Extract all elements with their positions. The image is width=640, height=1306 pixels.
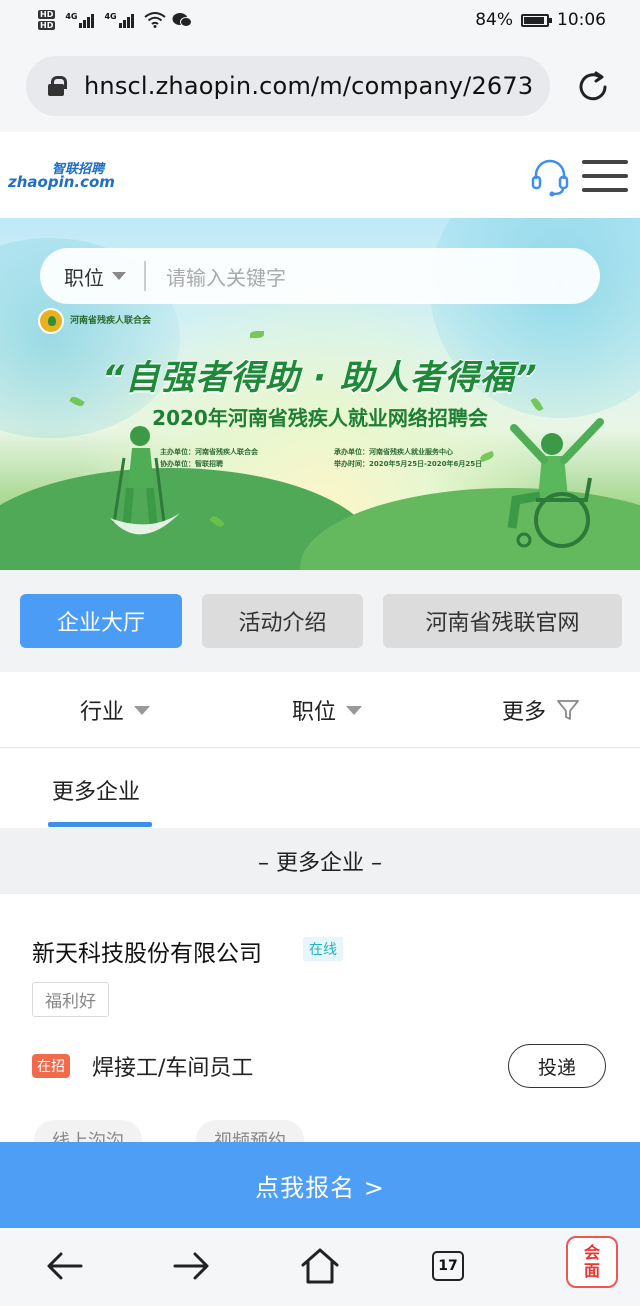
chevron-down-icon — [112, 272, 126, 280]
watermark-stamp: 会 面 — [566, 1236, 618, 1288]
arrow-left-icon — [47, 1252, 83, 1280]
filter-position-label: 职位 — [292, 700, 337, 725]
meta-dates: 举办时间：2020年5月25日-2020年6月25日 — [334, 460, 483, 468]
filter-more-label: 更多 — [502, 700, 547, 725]
apply-button[interactable]: 投递 — [508, 1044, 606, 1088]
chevron-down-icon — [346, 705, 363, 715]
arrow-right-icon — [173, 1252, 209, 1280]
filter-industry[interactable]: 行业 — [80, 672, 151, 748]
filter-industry-label: 行业 — [80, 700, 125, 725]
lock-icon — [48, 76, 67, 96]
wechat-icon — [172, 13, 192, 27]
meta-organizer: 承办单位：河南省残疾人就业服务中心 — [334, 448, 453, 456]
hiring-badge: 在招 — [32, 1054, 70, 1078]
hd-label: HD — [38, 21, 56, 30]
funnel-icon — [557, 700, 579, 720]
wifi-icon — [144, 12, 166, 28]
search-input[interactable]: 请输入关键字 — [166, 262, 286, 291]
tab-more-companies[interactable]: 更多企业 — [52, 774, 140, 806]
company-name[interactable]: 新天科技股份有限公司 — [32, 934, 262, 968]
network-label: 4G — [104, 12, 117, 21]
job-search-bar: 职位 请输入关键字 — [40, 248, 600, 304]
tab-enterprise-hall[interactable]: 企业大厅 — [20, 594, 182, 648]
section-tabs: 企业大厅 活动介绍 河南省残联官网 — [0, 570, 640, 672]
welfare-tag: 福利好 — [32, 982, 109, 1017]
browser-toolbar: hnscl.zhaopin.com/m/company/2673 — [0, 40, 640, 132]
hd-indicator: HD HD — [38, 10, 56, 30]
signal-icon: 4G — [104, 12, 134, 28]
reload-icon[interactable] — [576, 70, 610, 104]
federation-emblem-icon — [38, 308, 64, 334]
url-text: hnscl.zhaopin.com/m/company/2673 — [84, 72, 534, 100]
crutch-person-illustration — [110, 426, 180, 535]
signup-button[interactable]: 点我报名 > — [0, 1142, 640, 1228]
section-header: – 更多企业 – — [0, 828, 640, 894]
company-card[interactable]: 新天科技股份有限公司 在线 福利好 在招 焊接工/车间员工 投递 线上沟沟 视频… — [0, 894, 640, 1160]
organizer-badge: 河南省残疾人联合会 — [38, 308, 151, 334]
filter-position[interactable]: 职位 — [292, 672, 363, 748]
clock: 10:06 — [557, 10, 606, 30]
active-tab-indicator — [48, 822, 152, 827]
back-button[interactable] — [42, 1244, 86, 1288]
battery-icon — [521, 13, 552, 27]
stamp-char: 面 — [583, 1261, 600, 1280]
site-header: 智联招聘 zhaopin.com — [0, 132, 640, 218]
tab-disabled-federation-site[interactable]: 河南省残联官网 — [383, 594, 622, 648]
zhaopin-logo[interactable]: 智联招聘 zhaopin.com — [8, 158, 118, 200]
search-type-select[interactable]: 职位 — [64, 262, 126, 291]
wheelchair-person-illustration — [507, 418, 604, 548]
banner-meta: 主办单位：河南省残疾人联合会 承办单位：河南省残疾人就业服务中心 协办单位：智联… — [160, 446, 500, 470]
stamp-char: 会 — [583, 1243, 600, 1262]
event-banner: 职位 请输入关键字 河南省残疾人联合会 “自强者得助 · 助人者得福” 2020… — [0, 218, 640, 570]
company-list-tabbar: 更多企业 — [0, 748, 640, 828]
tab-count: 17 — [432, 1251, 464, 1281]
filter-more[interactable]: 更多 — [502, 672, 580, 748]
signal-icon: 4G — [65, 12, 95, 28]
job-title[interactable]: 焊接工/车间员工 — [92, 1050, 253, 1082]
status-bar: HD HD 4G 4G 84% 10:06 — [0, 0, 640, 40]
menu-icon[interactable] — [582, 156, 628, 196]
logo-en-text: zhaopin.com — [8, 173, 115, 191]
browser-bottom-nav: 17 — [0, 1228, 640, 1306]
home-button[interactable] — [298, 1244, 342, 1288]
network-label: 4G — [65, 12, 78, 21]
tab-activity-intro[interactable]: 活动介绍 — [202, 594, 363, 648]
online-badge: 在线 — [303, 937, 343, 961]
banner-slogan: “自强者得助 · 助人者得福” — [102, 358, 538, 398]
customer-service-icon[interactable] — [530, 157, 570, 197]
tabs-button[interactable]: 17 — [426, 1244, 470, 1288]
hd-label: HD — [38, 10, 56, 19]
chevron-down-icon — [134, 705, 151, 715]
organizer-name: 河南省残疾人联合会 — [70, 315, 152, 326]
address-bar[interactable]: hnscl.zhaopin.com/m/company/2673 — [26, 56, 550, 116]
battery-percent: 84% — [475, 10, 513, 30]
forward-button[interactable] — [170, 1244, 214, 1288]
search-type-label: 职位 — [64, 265, 104, 290]
home-icon — [301, 1248, 339, 1284]
filter-bar: 行业 职位 更多 — [0, 672, 640, 748]
